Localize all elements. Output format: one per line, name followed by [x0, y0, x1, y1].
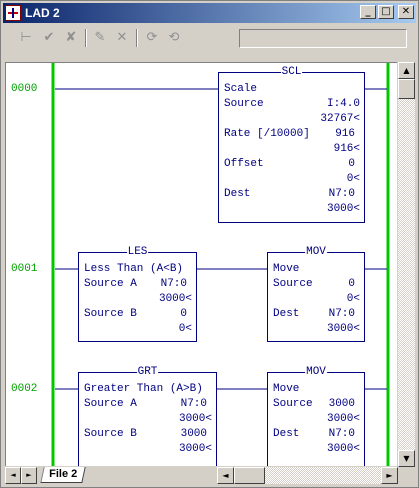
param-label: Source A	[84, 398, 137, 410]
horizontal-scroll-thumb[interactable]	[234, 467, 265, 484]
param-label: Source B	[84, 428, 137, 440]
scroll-right-button[interactable]: ►	[381, 467, 398, 484]
param-value[interactable]: 3000	[329, 397, 355, 411]
horizontal-scrollbar[interactable]: ◄ ►	[217, 467, 398, 484]
param-value[interactable]: 916	[335, 127, 355, 141]
param-label: Source	[273, 398, 313, 410]
toolbar-input-field[interactable]	[239, 29, 407, 48]
rung-number[interactable]: 0001	[11, 263, 37, 275]
cancel-edits-icon[interactable]: ✘	[62, 29, 80, 47]
param-label: Source A	[84, 278, 137, 290]
param-live-value: 3000<	[326, 413, 360, 425]
mov-instruction-block[interactable]: MOV Move Source 3000 3000< Dest N7:0 3000<	[267, 365, 365, 466]
ladder-file-icon[interactable]	[5, 5, 21, 21]
next-tab-button[interactable]: ►	[21, 467, 37, 484]
instruction-description: Move	[273, 263, 300, 275]
scl-instruction-block[interactable]: SCL Scale Source I:4.0 32767< Rate [/1000…	[218, 65, 365, 223]
param-live-value: 3000<	[178, 443, 212, 455]
instruction-description: Less Than (A<B)	[84, 263, 184, 275]
param-label: Source B	[84, 308, 137, 320]
param-value[interactable]: 0	[348, 277, 355, 291]
rung-number[interactable]: 0002	[11, 383, 37, 395]
tab-file-2[interactable]: File 2	[40, 467, 86, 483]
assemble-edits-icon[interactable]: ⟳	[143, 29, 161, 47]
scroll-up-button[interactable]: ▲	[398, 62, 415, 79]
param-label: Dest	[273, 308, 300, 320]
minimize-button[interactable]: _	[360, 5, 376, 19]
param-label: Rate [/10000]	[224, 128, 310, 140]
param-label: Offset	[224, 158, 264, 170]
param-live-value: 3000<	[178, 413, 212, 425]
param-value[interactable]: I:4.0	[327, 97, 360, 111]
test-edits-icon[interactable]: ✎	[91, 29, 109, 47]
instruction-description: Move	[273, 383, 300, 395]
ladder-editor-window: LAD 2 _ □ ✕ ⊢ ✔ ✘ ✎ ✕ ⟳ ⟲ 0000 SCL Scale…	[0, 0, 419, 488]
delete-icon[interactable]: ✕	[113, 29, 131, 47]
param-value[interactable]: N7:0	[329, 427, 355, 441]
param-live-value: 3000<	[326, 323, 360, 335]
accept-edits-icon[interactable]: ✔	[40, 29, 58, 47]
undo-test-icon[interactable]: ⟲	[165, 29, 183, 47]
les-instruction-block[interactable]: LES Less Than (A<B) Source A N7:0 3000< S…	[78, 245, 197, 342]
ladder-view[interactable]: 0000 SCL Scale Source I:4.0 32767< Rate […	[5, 62, 397, 466]
instruction-mnemonic: SCL	[280, 65, 303, 79]
param-live-value: 0<	[346, 173, 360, 185]
grt-instruction-block[interactable]: GRT Greater Than (A>B) Source A N7:0 3000…	[78, 365, 217, 466]
rung-number[interactable]: 0000	[11, 83, 37, 95]
edit-toolbar: ⊢ ✔ ✘ ✎ ✕ ⟳ ⟲	[3, 25, 416, 51]
window-title: LAD 2	[25, 6, 60, 20]
param-label: Source	[224, 98, 264, 110]
instruction-mnemonic: MOV	[305, 365, 327, 379]
bottom-bar: ◄ ► File 2 ◄ ►	[5, 467, 398, 484]
scroll-down-button[interactable]: ▼	[398, 450, 415, 467]
param-live-value: 916<	[333, 143, 360, 155]
insert-rung-icon[interactable]: ⊢	[17, 29, 35, 47]
vertical-scroll-thumb[interactable]	[398, 79, 415, 99]
title-bar[interactable]: LAD 2 _ □ ✕	[3, 3, 416, 23]
instruction-description: Scale	[224, 83, 258, 95]
instruction-mnemonic: LES	[126, 245, 149, 259]
param-live-value: 0<	[346, 293, 360, 305]
first-tab-button[interactable]: ◄	[5, 467, 21, 484]
param-live-value: 32767<	[320, 113, 360, 125]
param-live-value: 3000<	[326, 443, 360, 455]
param-value[interactable]: 0	[348, 157, 355, 171]
instruction-mnemonic: MOV	[305, 245, 327, 259]
param-value[interactable]: 3000	[181, 427, 207, 441]
param-value[interactable]: N7:0	[329, 187, 355, 201]
instruction-description: Greater Than (A>B)	[84, 383, 203, 395]
vertical-scrollbar[interactable]: ▲ ▼	[398, 62, 415, 467]
param-live-value: 3000<	[158, 293, 192, 305]
param-value[interactable]: N7:0	[181, 397, 207, 411]
param-live-value: 0<	[178, 323, 192, 335]
param-value[interactable]: N7:0	[161, 277, 187, 291]
param-label: Dest	[224, 188, 251, 200]
param-label: Dest	[273, 428, 300, 440]
instruction-mnemonic: GRT	[136, 365, 159, 379]
param-value[interactable]: N7:0	[329, 307, 355, 321]
param-value[interactable]: 0	[180, 307, 187, 321]
scroll-left-button[interactable]: ◄	[217, 467, 234, 484]
close-button[interactable]: ✕	[398, 5, 414, 19]
tab-label: File 2	[49, 468, 78, 480]
maximize-button[interactable]: □	[378, 5, 394, 19]
param-live-value: 3000<	[326, 203, 360, 215]
mov-instruction-block[interactable]: MOV Move Source 0 0< Dest N7:0 3000<	[267, 245, 365, 342]
param-label: Source	[273, 278, 313, 290]
